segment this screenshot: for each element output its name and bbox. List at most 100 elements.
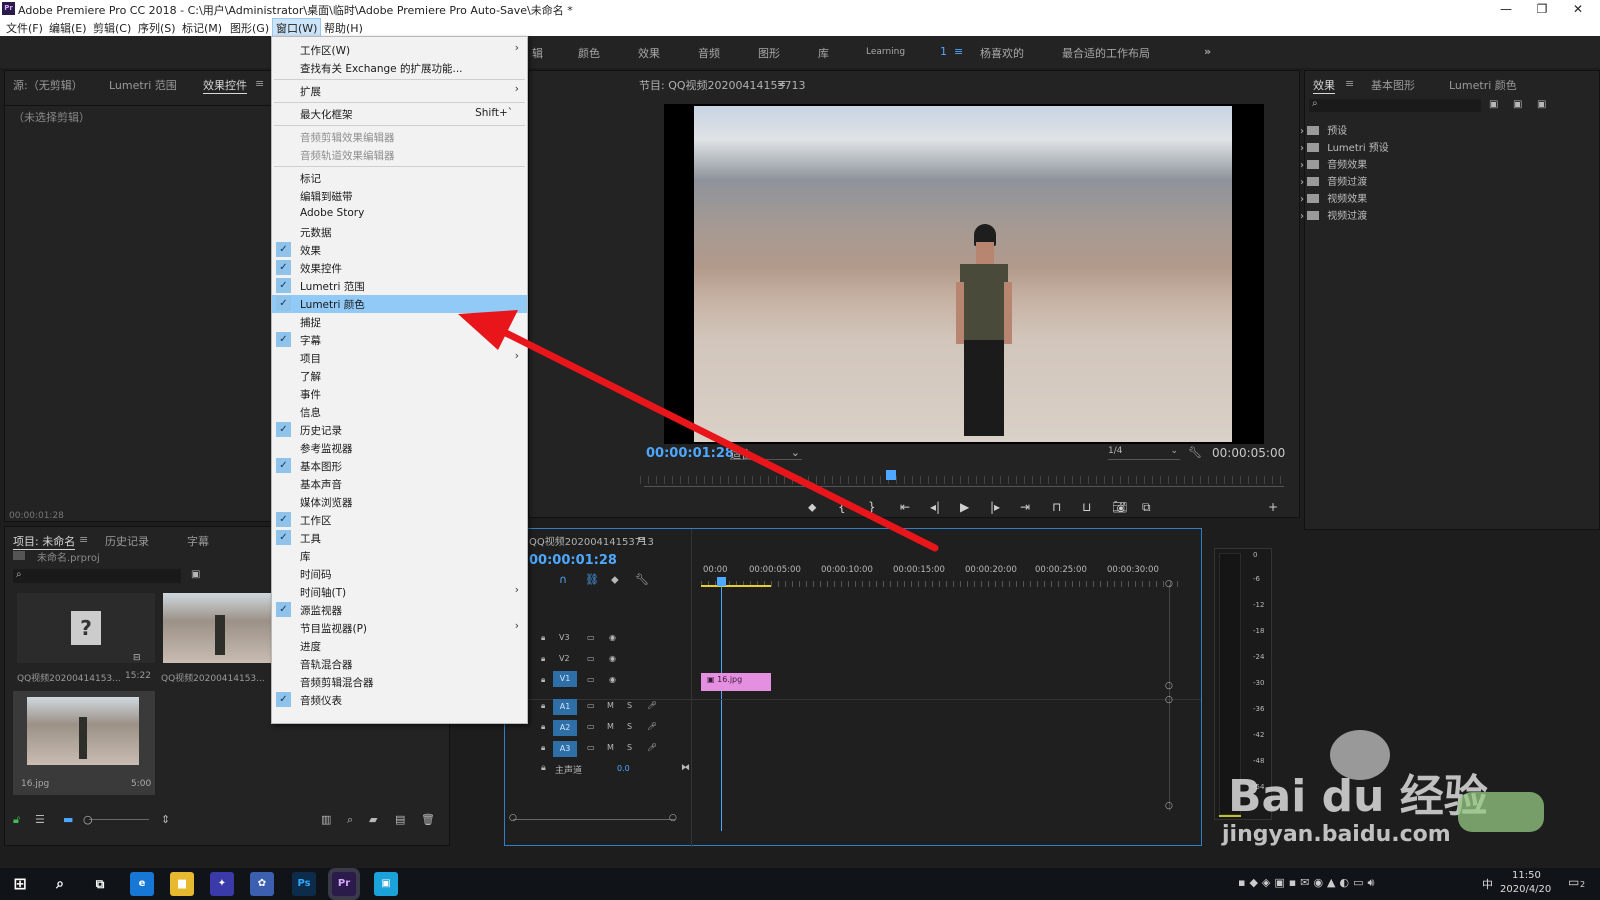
master-volume-value[interactable]: 0.0 bbox=[617, 764, 630, 773]
track-label[interactable]: A1 bbox=[553, 699, 577, 715]
tab-effects[interactable]: 效果 bbox=[1313, 77, 1335, 94]
window-menu-item[interactable]: ✓ 音频仪表 bbox=[272, 691, 527, 709]
workspace-tab-best[interactable]: 最合适的工作布局 bbox=[1062, 45, 1150, 61]
scroll-handle[interactable]: ○ bbox=[509, 813, 517, 823]
close-icon[interactable]: ✕ bbox=[1560, 0, 1596, 18]
list-view-icon[interactable]: ☰ bbox=[35, 813, 45, 826]
menu-clip[interactable]: 剪辑(C) bbox=[93, 20, 131, 36]
window-menu-item[interactable]: 标记 bbox=[272, 169, 527, 187]
eye-icon[interactable]: ◉ bbox=[609, 654, 616, 663]
zoom-slider-handle[interactable]: ○ bbox=[83, 813, 93, 826]
tab-lumetri-color[interactable]: Lumetri 颜色 bbox=[1449, 77, 1517, 93]
menu-file[interactable]: 文件(F) bbox=[6, 20, 43, 36]
add-button-icon[interactable]: + bbox=[1268, 500, 1278, 514]
go-to-out-icon[interactable]: ⇥ bbox=[1020, 500, 1030, 514]
track-lock-icon[interactable]: 🔒︎ bbox=[541, 743, 545, 752]
window-menu-item[interactable]: 音轨混合器 bbox=[272, 655, 527, 673]
scroll-handle[interactable]: ○ bbox=[1165, 801, 1173, 811]
compare-view-icon[interactable]: ⧉ bbox=[1142, 500, 1151, 515]
window-menu-item[interactable]: 节目监视器(P) › bbox=[272, 619, 527, 637]
window-menu-item[interactable]: 扩展 › bbox=[272, 82, 527, 100]
media-thumbnail-unknown[interactable]: ? ⊟ bbox=[17, 593, 155, 663]
sync-lock-icon[interactable]: ▭ bbox=[587, 654, 595, 663]
restore-icon[interactable]: ❐ bbox=[1524, 0, 1560, 18]
scroll-handle[interactable]: ○ bbox=[1165, 681, 1173, 691]
step-forward-icon[interactable]: |▸ bbox=[990, 500, 1000, 514]
effects-folder-audio-transitions[interactable]: › 音频过渡 bbox=[1300, 173, 1367, 188]
app-taskbar-icon[interactable]: ✦ bbox=[210, 872, 234, 896]
menu-edit[interactable]: 编辑(E) bbox=[49, 20, 87, 36]
track-lock-icon[interactable]: 🔒︎ bbox=[541, 763, 546, 773]
window-menu-item[interactable]: 进度 bbox=[272, 637, 527, 655]
workspace-menu-icon[interactable]: ≡ bbox=[954, 45, 963, 58]
lock-icon[interactable]: 🔓︎ bbox=[13, 813, 20, 827]
window-menu-item[interactable]: ✓ 效果控件 bbox=[272, 259, 527, 277]
file-explorer-icon[interactable]: ▆ bbox=[170, 872, 194, 896]
horizontal-scrollbar[interactable] bbox=[513, 819, 675, 820]
add-marker-icon[interactable]: ⬥ bbox=[611, 573, 619, 587]
yuv-effects-icon[interactable]: ▣ bbox=[1537, 99, 1546, 110]
scroll-handle[interactable]: ○ bbox=[1165, 695, 1173, 705]
mute-icon[interactable]: M bbox=[607, 722, 614, 731]
work-area-bar[interactable] bbox=[701, 585, 771, 587]
lift-icon[interactable]: ⊓ bbox=[1052, 500, 1061, 514]
play-icon[interactable]: ▶ bbox=[960, 500, 969, 514]
window-menu-item[interactable]: ✓ Lumetri 范围 bbox=[272, 277, 527, 295]
window-menu-item[interactable]: 工作区(W) › bbox=[272, 41, 527, 59]
tab-captions[interactable]: 字幕 bbox=[187, 533, 209, 549]
app-taskbar-icon[interactable]: ▣ bbox=[374, 872, 398, 896]
workspace-tab[interactable]: 辑 bbox=[532, 45, 543, 61]
new-item-icon[interactable]: ▤ bbox=[395, 813, 405, 826]
extract-icon[interactable]: ⊔ bbox=[1082, 500, 1091, 514]
system-tray-icons[interactable]: ▪◆◈▣▪✉◉▲◐▭🔊︎ bbox=[1238, 876, 1378, 890]
track-label[interactable]: A3 bbox=[553, 741, 577, 757]
tab-essential-graphics[interactable]: 基本图形 bbox=[1371, 77, 1415, 93]
sync-lock-icon[interactable]: ▭ bbox=[587, 633, 595, 642]
trash-icon[interactable]: 🗑︎ bbox=[421, 813, 435, 826]
sync-lock-icon[interactable]: ▭ bbox=[587, 701, 595, 710]
effects-folder-presets[interactable]: › 预设 bbox=[1300, 122, 1347, 137]
window-menu-item[interactable]: 音频剪辑混合器 bbox=[272, 673, 527, 691]
panel-menu-icon[interactable]: ≡ bbox=[777, 77, 786, 90]
window-menu-item[interactable]: 编辑到磁带 bbox=[272, 187, 527, 205]
eye-icon[interactable]: ◉ bbox=[609, 633, 616, 642]
menu-help[interactable]: 帮助(H) bbox=[324, 20, 363, 36]
accelerated-effects-icon[interactable]: ▣ bbox=[1489, 99, 1498, 110]
32bit-effects-icon[interactable]: ▣ bbox=[1513, 99, 1522, 110]
menu-marker[interactable]: 标记(M) bbox=[182, 20, 222, 36]
solo-icon[interactable]: S bbox=[627, 743, 632, 752]
media-thumbnail-video[interactable] bbox=[163, 593, 273, 663]
microphone-icon[interactable]: 🎤︎ bbox=[647, 701, 657, 710]
workspace-tab-audio[interactable]: 音频 bbox=[698, 45, 720, 61]
automate-icon[interactable]: ▥ bbox=[321, 813, 331, 826]
panel-menu-icon[interactable]: ≡ bbox=[1345, 77, 1354, 90]
solo-icon[interactable]: S bbox=[627, 722, 632, 731]
tab-lumetri-scopes[interactable]: Lumetri 范围 bbox=[109, 77, 177, 93]
sync-lock-icon[interactable]: ▭ bbox=[587, 722, 595, 731]
new-bin-search-icon[interactable]: ▣ bbox=[191, 569, 200, 580]
track-label[interactable]: V1 bbox=[553, 671, 577, 687]
start-windows-icon[interactable]: ⊞ bbox=[8, 872, 32, 896]
timeline-clip[interactable]: ▣ 16.jpg bbox=[701, 673, 771, 691]
workspace-overflow-icon[interactable]: » bbox=[1204, 45, 1211, 58]
timeline-ruler[interactable] bbox=[701, 581, 1181, 587]
clock-time[interactable]: 11:50 bbox=[1512, 870, 1541, 881]
sync-lock-icon[interactable]: ▭ bbox=[587, 743, 595, 752]
playhead-handle[interactable] bbox=[717, 577, 726, 586]
icon-view-icon[interactable]: ▬ bbox=[63, 813, 73, 826]
app-taskbar-icon[interactable]: ✿ bbox=[250, 872, 274, 896]
menu-graphics[interactable]: 图形(G) bbox=[230, 20, 269, 36]
workspace-tab-learning[interactable]: Learning bbox=[866, 47, 905, 57]
sync-lock-icon[interactable]: ▭ bbox=[587, 675, 595, 684]
window-menu-item[interactable]: ✓ 效果 bbox=[272, 241, 527, 259]
photoshop-icon[interactable]: Ps bbox=[292, 872, 316, 896]
linked-selection-icon[interactable]: ⛓︎ bbox=[585, 573, 599, 586]
media-thumbnail-image-selected[interactable]: 16.jpg 5:00 bbox=[13, 691, 155, 795]
zoom-slider[interactable] bbox=[89, 819, 149, 820]
new-bin-icon[interactable]: ▰ bbox=[369, 813, 377, 826]
effects-search-input[interactable]: ⌕ bbox=[1309, 98, 1481, 112]
minimize-icon[interactable]: — bbox=[1488, 0, 1524, 18]
effects-folder-video-effects[interactable]: › 视频效果 bbox=[1300, 190, 1367, 205]
track-lock-icon[interactable]: 🔒︎ bbox=[541, 722, 545, 731]
wrench-icon[interactable]: 🔧︎ bbox=[1188, 446, 1202, 459]
